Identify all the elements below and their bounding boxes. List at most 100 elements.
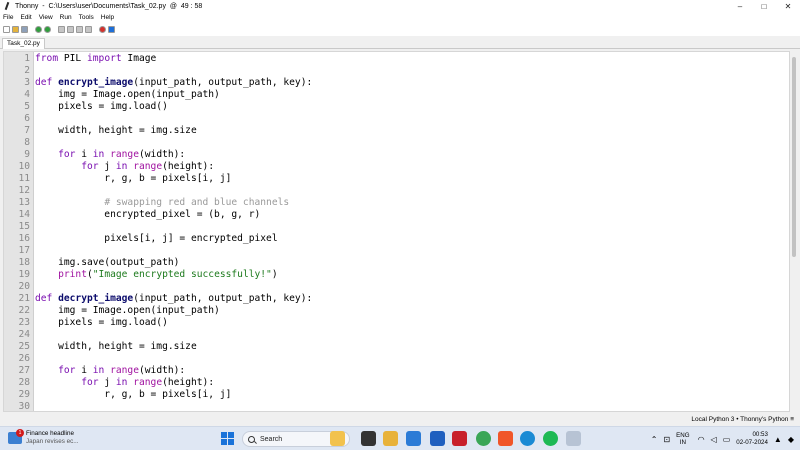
- system-tray: ⌃ ⊡ ENG IN ◠ ◁ ▭ 00:53 02-07-2024 ▲ ◆: [651, 427, 800, 451]
- clock[interactable]: 00:53 02-07-2024: [736, 431, 768, 447]
- code-line[interactable]: 27 for i in range(width):: [4, 365, 789, 377]
- folder-icon[interactable]: [383, 431, 398, 446]
- code-line[interactable]: 7 width, height = img.size: [4, 125, 789, 137]
- step-over-icon[interactable]: [58, 26, 65, 33]
- debug-icon[interactable]: [44, 26, 51, 33]
- wifi-icon[interactable]: ◠: [698, 435, 705, 444]
- code-line[interactable]: 16 pixels[i, j] = encrypted_pixel: [4, 233, 789, 245]
- editor-scrollbar[interactable]: [791, 51, 798, 412]
- code-text: img.save(output_path): [35, 257, 179, 269]
- menu-run[interactable]: Run: [60, 14, 72, 21]
- code-line[interactable]: 5 pixels = img.load(): [4, 101, 789, 113]
- code-line[interactable]: 12: [4, 185, 789, 197]
- code-line[interactable]: 11 r, g, b = pixels[i, j]: [4, 173, 789, 185]
- code-token: in: [92, 149, 105, 160]
- code-line[interactable]: 15: [4, 221, 789, 233]
- scroll-thumb[interactable]: [792, 57, 796, 257]
- code-text: for i in range(width):: [35, 365, 185, 377]
- chrome-icon[interactable]: [476, 431, 491, 446]
- brave-icon[interactable]: [498, 431, 513, 446]
- support-ukraine-icon[interactable]: [108, 26, 115, 33]
- start-button[interactable]: [221, 432, 234, 445]
- minimize-button[interactable]: –: [728, 0, 752, 12]
- spotify-icon[interactable]: [543, 431, 558, 446]
- window-controls: – □ ✕: [728, 0, 800, 12]
- volume-icon[interactable]: ◁: [711, 435, 717, 444]
- close-button[interactable]: ✕: [776, 0, 800, 12]
- code-line[interactable]: 21 def decrypt_image(input_path, output_p…: [4, 293, 789, 305]
- code-line[interactable]: 25 width, height = img.size: [4, 341, 789, 353]
- maximize-button[interactable]: □: [752, 0, 776, 12]
- notification-bell-icon[interactable]: ▲: [774, 435, 782, 444]
- code-line[interactable]: 2: [4, 65, 789, 77]
- code-line[interactable]: 24: [4, 329, 789, 341]
- stop-icon[interactable]: [99, 26, 106, 33]
- input-language[interactable]: ENG IN: [676, 432, 689, 446]
- menu-help[interactable]: Help: [101, 14, 114, 21]
- code-line[interactable]: 8: [4, 137, 789, 149]
- code-line[interactable]: 9 for i in range(width):: [4, 149, 789, 161]
- line-number: 15: [18, 221, 30, 232]
- store-icon[interactable]: [406, 431, 421, 446]
- code-line[interactable]: 6: [4, 113, 789, 125]
- new-file-icon[interactable]: [3, 26, 10, 33]
- code-token: for: [81, 161, 99, 172]
- code-line[interactable]: 3 def encrypt_image(input_path, output_pa…: [4, 77, 789, 89]
- code-line[interactable]: 19 print("Image encrypted successfully!"…: [4, 269, 789, 281]
- copilot-icon[interactable]: ◆: [788, 435, 794, 444]
- line-number: 12: [18, 185, 30, 196]
- code-token: in: [92, 365, 105, 376]
- language-switch-icon[interactable]: ⊡: [663, 435, 670, 444]
- code-line[interactable]: 28 for j in range(height):: [4, 377, 789, 389]
- code-text: # swapping red and blue channels: [35, 197, 289, 209]
- code-token: for: [81, 377, 99, 388]
- battery-icon[interactable]: ▭: [723, 435, 731, 444]
- step-into-icon[interactable]: [67, 26, 74, 33]
- code-line[interactable]: 20: [4, 281, 789, 293]
- run-icon[interactable]: [35, 26, 42, 33]
- code-token: i: [75, 365, 93, 376]
- menu-edit[interactable]: Edit: [20, 14, 31, 21]
- code-line[interactable]: 4 img = Image.open(input_path): [4, 89, 789, 101]
- code-line[interactable]: 13 # swapping red and blue channels: [4, 197, 789, 209]
- code-line[interactable]: 26: [4, 353, 789, 365]
- terminal-icon[interactable]: [361, 431, 376, 446]
- resume-icon[interactable]: [85, 26, 92, 33]
- edge-icon[interactable]: [520, 431, 535, 446]
- code-line[interactable]: 10 for j in range(height):: [4, 161, 789, 173]
- code-line[interactable]: 22 img = Image.open(input_path): [4, 305, 789, 317]
- thonny-window: Thonny - C:\Users\user\Documents\Task_02…: [0, 0, 800, 426]
- line-number: 18: [18, 257, 30, 268]
- code-line[interactable]: 18 img.save(output_path): [4, 257, 789, 269]
- thonny-icon[interactable]: [566, 431, 581, 446]
- code-line[interactable]: 30: [4, 401, 789, 411]
- menu-tools[interactable]: Tools: [79, 14, 94, 21]
- menu-view[interactable]: View: [39, 14, 53, 21]
- news-widget[interactable]: 1 Finance headline Japan revises ec...: [8, 429, 79, 446]
- code-line[interactable]: 1 from PIL import Image: [4, 53, 789, 65]
- save-file-icon[interactable]: [21, 26, 28, 33]
- line-number: 19: [18, 269, 30, 280]
- open-file-icon[interactable]: [12, 26, 19, 33]
- chevron-up-icon[interactable]: ⌃: [651, 435, 658, 444]
- code-token: range: [133, 377, 163, 388]
- file-explorer-icon[interactable]: [330, 431, 345, 446]
- code-line[interactable]: 23 pixels = img.load(): [4, 317, 789, 329]
- line-number: 24: [18, 329, 30, 340]
- code-line[interactable]: 29 r, g, b = pixels[i, j]: [4, 389, 789, 401]
- code-token: PIL: [58, 53, 87, 64]
- code-token: img.save(output_path): [35, 257, 180, 268]
- code-editor[interactable]: 1 from PIL import Image 2 3 def encrypt_imag…: [3, 51, 790, 412]
- code-line[interactable]: 17: [4, 245, 789, 257]
- code-token: encrypted_pixel = (b, g, r): [35, 209, 261, 220]
- interpreter-selector[interactable]: Local Python 3 • Thonny's Python ≡: [691, 413, 794, 426]
- step-out-icon[interactable]: [76, 26, 83, 33]
- code-text: for j in range(height):: [35, 161, 214, 173]
- sketch-app-icon[interactable]: [430, 431, 445, 446]
- menu-file[interactable]: File: [3, 14, 13, 21]
- code-line[interactable]: 14 encrypted_pixel = (b, g, r): [4, 209, 789, 221]
- code-text: for i in range(width):: [35, 149, 185, 161]
- tab-task-02[interactable]: Task_02.py: [2, 38, 45, 49]
- code-text: def decrypt_image(input_path, output_pat…: [35, 293, 312, 305]
- mcafee-icon[interactable]: [452, 431, 467, 446]
